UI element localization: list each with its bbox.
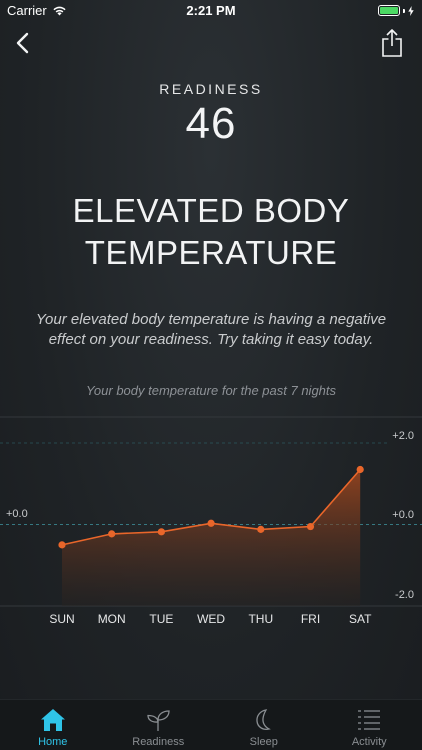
- insight-headline: ELEVATED BODY TEMPERATURE: [72, 192, 350, 271]
- day-label-mon: MON: [98, 612, 126, 626]
- readiness-label: READINESS: [159, 81, 263, 97]
- activity-list-icon: [358, 710, 381, 730]
- day-label-thu: THU: [248, 612, 273, 626]
- moon-icon: [256, 709, 271, 730]
- sprout-icon: [147, 710, 170, 731]
- tab-home-label: Home: [38, 736, 68, 748]
- back-button[interactable]: [8, 26, 36, 60]
- status-bar: Carrier 2:21 PM: [0, 0, 422, 22]
- temperature-point-fri: [306, 522, 315, 531]
- y-tick-plus2: +2.0: [392, 430, 414, 442]
- day-label-tue: TUE: [149, 612, 173, 626]
- temperature-point-tue: [157, 528, 165, 536]
- battery-indicator: [378, 5, 414, 16]
- chart-caption: Your body temperature for the past 7 nig…: [85, 383, 337, 398]
- body-temperature-chart: SUN MON TUE WED THU FRI SAT +2.0 +0.0 -2.0 +0.…: [0, 416, 422, 626]
- temperature-point-wed: [207, 519, 215, 527]
- y-tick-minus2: -2.0: [395, 589, 414, 601]
- tab-activity[interactable]: Activity: [317, 700, 422, 750]
- temperature-point-sat: [356, 465, 364, 474]
- temperature-point-mon: [108, 530, 116, 538]
- day-label-fri: FRI: [301, 612, 320, 626]
- temperature-point-sun: [58, 541, 66, 549]
- tab-readiness-label: Readiness: [132, 736, 185, 748]
- share-icon: [382, 29, 402, 57]
- temperature-area: [62, 469, 361, 606]
- status-time: 2:21 PM: [186, 3, 236, 18]
- tab-readiness[interactable]: Readiness: [106, 700, 212, 750]
- home-icon: [40, 709, 65, 731]
- y-tick-zero-left: +0.0: [6, 508, 28, 520]
- tab-home[interactable]: Home: [0, 700, 106, 750]
- day-label-sun: SUN: [49, 612, 74, 626]
- share-button[interactable]: [378, 26, 406, 60]
- day-labels: SUN MON TUE WED THU FRI SAT: [49, 612, 372, 626]
- battery-icon: [378, 5, 400, 16]
- tab-activity-label: Activity: [351, 736, 387, 748]
- y-tick-zero-right: +0.0: [392, 509, 414, 521]
- tab-sleep-label: Sleep: [249, 736, 278, 748]
- insight-description: Your elevated body temperature is having…: [35, 311, 387, 348]
- tab-bar: Home Readiness Sleep Activity: [0, 699, 422, 750]
- charging-bolt-icon: [408, 5, 414, 16]
- day-label-sat: SAT: [349, 612, 372, 626]
- temperature-point-thu: [257, 525, 265, 533]
- readiness-score: 46: [185, 99, 237, 148]
- day-label-wed: WED: [197, 612, 225, 626]
- chevron-left-icon: [16, 32, 29, 54]
- tab-sleep[interactable]: Sleep: [211, 700, 317, 750]
